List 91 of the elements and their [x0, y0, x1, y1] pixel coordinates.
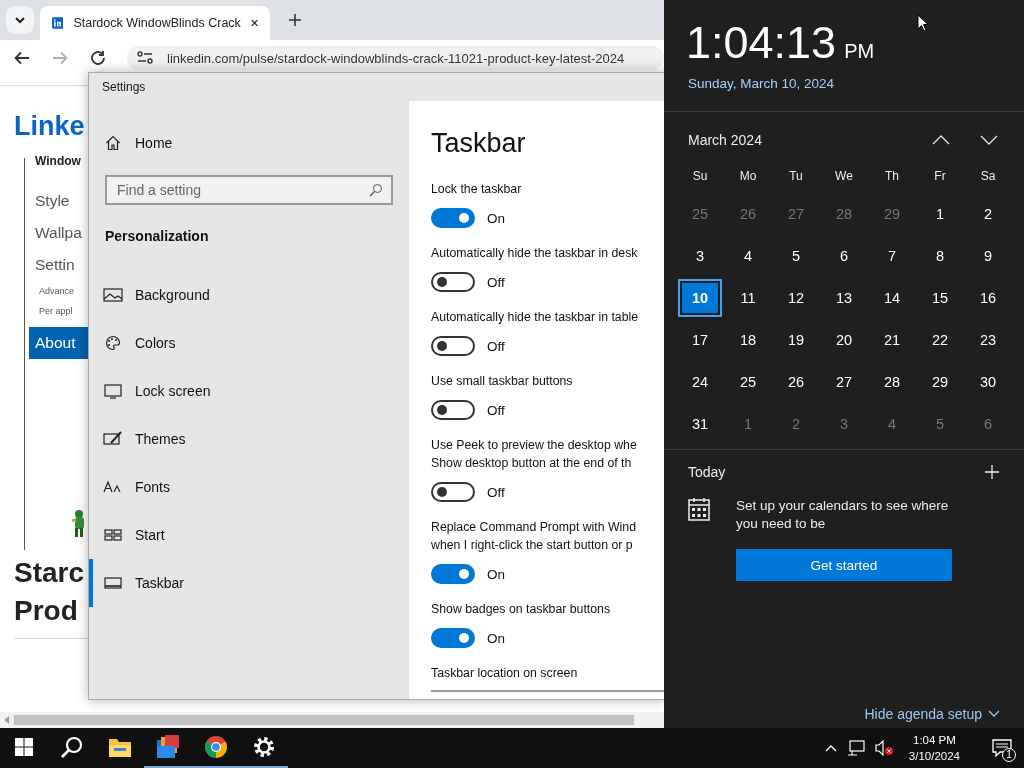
calendar-day[interactable]: 16: [966, 279, 1010, 317]
date-link[interactable]: Sunday, March 10, 2024: [664, 68, 1024, 91]
nav-item[interactable]: Taskbar: [89, 559, 409, 607]
weekday-label: Th: [884, 168, 900, 185]
toggle-state: Off: [487, 274, 505, 290]
calendar-day[interactable]: 24: [678, 363, 722, 401]
nav-item[interactable]: Themes: [89, 415, 409, 463]
calendar-day[interactable]: 25: [726, 363, 770, 401]
get-started-button[interactable]: Get started: [736, 549, 952, 581]
calendar-day[interactable]: 11: [726, 279, 770, 317]
setting-label: Use small taskbar buttons: [431, 373, 574, 390]
toggle-state: On: [487, 566, 505, 582]
calendar-day[interactable]: 4: [726, 237, 770, 275]
calendar-day[interactable]: 3: [822, 405, 866, 443]
calendar-day[interactable]: 29: [918, 363, 962, 401]
weekday-label: Tu: [788, 168, 804, 185]
site-logo[interactable]: Linke: [14, 106, 88, 146]
agenda-title: Today: [688, 464, 726, 480]
calendar-day[interactable]: 5: [918, 405, 962, 443]
calendar-day[interactable]: 6: [822, 237, 866, 275]
calendar-day[interactable]: 2: [774, 405, 818, 443]
setting-label: Taskbar location on screen: [431, 665, 579, 682]
weekday-label: Sa: [979, 168, 997, 185]
calendar-day[interactable]: 21: [870, 321, 914, 359]
agenda-message: Set up your calendars to see where you need to be: [736, 497, 950, 533]
clock-time: 1:04:13: [686, 18, 837, 68]
calendar-day[interactable]: 26: [774, 363, 818, 401]
calendar-day[interactable]: 9: [966, 237, 1010, 275]
calendar-day[interactable]: 26: [726, 195, 770, 233]
calendar-day[interactable]: 1: [726, 405, 770, 443]
calendar-day[interactable]: 12: [774, 279, 818, 317]
calendar-day[interactable]: 4: [870, 405, 914, 443]
setting-label: Lock the taskbar: [431, 181, 523, 198]
calendar-day[interactable]: 22: [918, 321, 962, 359]
address-bar[interactable]: linkedin.com/pulse/stardock-windowblinds-crack-11021-product-key-latest-2024: [127, 46, 664, 70]
weekday-label: Mo: [738, 168, 758, 185]
clock-period: PM: [844, 40, 875, 63]
calendar-day[interactable]: 25: [678, 195, 722, 233]
calendar-day[interactable]: 6: [966, 405, 1010, 443]
setting-label: Automatically hide the taskbar in table: [431, 309, 640, 326]
setting-label: Use Peek to preview the desktop whe Show desktop button at the end of th: [431, 437, 638, 472]
calendar-day[interactable]: 15: [918, 279, 962, 317]
calendar-day[interactable]: 28: [822, 195, 866, 233]
section-heading: Personalization: [105, 227, 210, 246]
home-link[interactable]: Home: [89, 123, 409, 163]
calendar-day[interactable]: 20: [822, 321, 866, 359]
toggle-state: Off: [487, 338, 505, 354]
nav-item[interactable]: Start: [89, 511, 409, 559]
page-heading: Taskbar: [431, 127, 527, 160]
weekday-label: We: [834, 168, 854, 185]
nav-item[interactable]: Lock screen: [89, 367, 409, 415]
setting-label: Show badges on taskbar buttons: [431, 601, 612, 618]
calendar-day[interactable]: 10: [678, 279, 722, 317]
calendar-day[interactable]: 2: [966, 195, 1010, 233]
calendar-day[interactable]: 5: [774, 237, 818, 275]
setting-label: Automatically hide the taskbar in desk: [431, 245, 639, 262]
nav-item[interactable]: Fonts: [89, 463, 409, 511]
taskbar-clock[interactable]: 1:04 PM 3/10/2024: [908, 732, 960, 764]
weekday-label: Fr: [933, 168, 947, 185]
toggle-state: On: [487, 210, 505, 226]
toggle-state: On: [487, 630, 505, 646]
calendar-day[interactable]: 14: [870, 279, 914, 317]
calendar-day[interactable]: 27: [774, 195, 818, 233]
nav-item[interactable]: Colors: [89, 319, 409, 367]
calendar-day[interactable]: 13: [822, 279, 866, 317]
calendar-day[interactable]: 31: [678, 405, 722, 443]
calendar-day[interactable]: 8: [918, 237, 962, 275]
search-field[interactable]: Find a setting: [105, 175, 393, 205]
calendar-day[interactable]: 19: [774, 321, 818, 359]
calendar-day[interactable]: 1: [918, 195, 962, 233]
calendar-day[interactable]: 23: [966, 321, 1010, 359]
tab-title: Stardock WindowBlinds Crack: [73, 16, 241, 30]
calendar-day[interactable]: 27: [822, 363, 866, 401]
calendar-day[interactable]: 18: [726, 321, 770, 359]
calendar-day[interactable]: 28: [870, 363, 914, 401]
setting-label: Replace Command Prompt with Wind when I right-click the start button or p: [431, 519, 638, 554]
calendar-day[interactable]: 17: [678, 321, 722, 359]
window-title: Settings: [89, 73, 665, 101]
toggle-state: Off: [487, 402, 505, 418]
browser-tab[interactable]: Stardock WindowBlinds Crack: [40, 6, 270, 40]
calendar-day[interactable]: 7: [870, 237, 914, 275]
notification-count: 1: [1002, 748, 1016, 762]
toggle-state: Off: [487, 484, 505, 500]
nav-item[interactable]: Background: [89, 271, 409, 319]
calendar-day[interactable]: 29: [870, 195, 914, 233]
calendar-day[interactable]: 30: [966, 363, 1010, 401]
notification-button[interactable]: 1: [980, 728, 1024, 768]
hide-agenda-link[interactable]: Hide agenda setup: [864, 706, 1000, 722]
calendar-day[interactable]: 3: [678, 237, 722, 275]
weekday-label: Su: [691, 168, 709, 185]
month-title[interactable]: March 2024: [688, 132, 902, 148]
